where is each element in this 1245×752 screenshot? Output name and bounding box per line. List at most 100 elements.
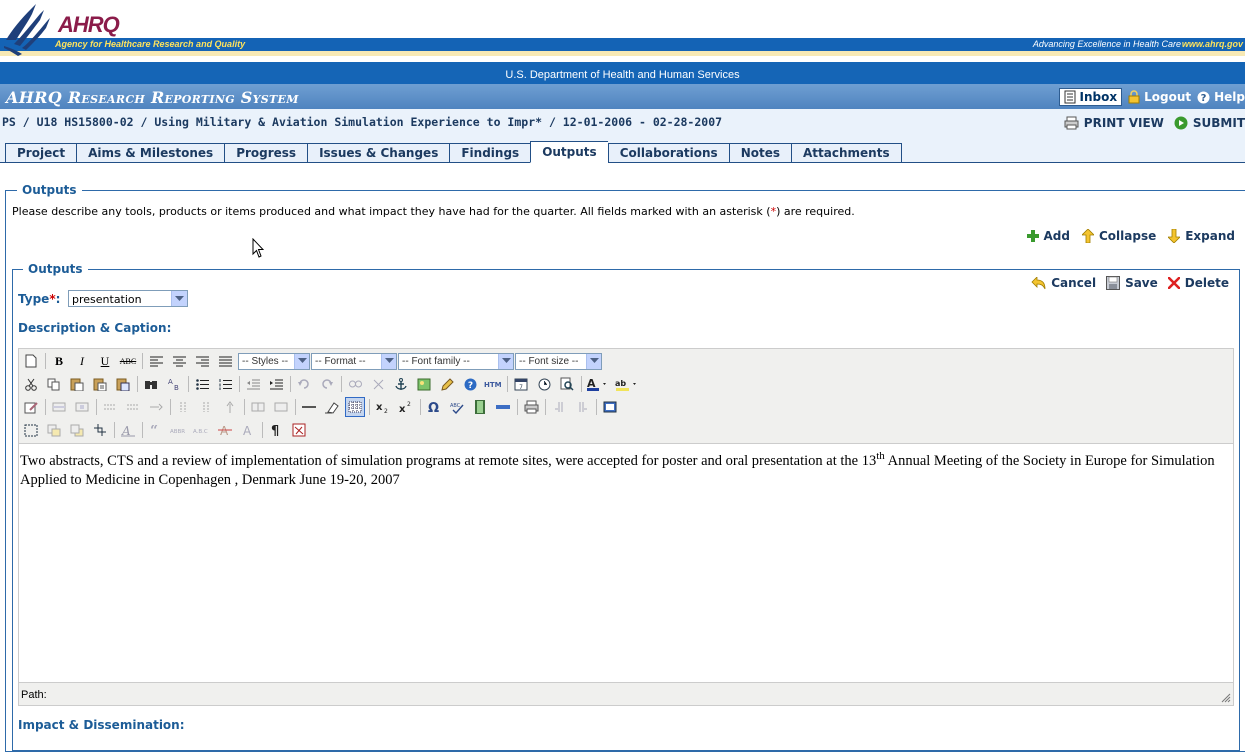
page-actions: PRINT VIEW SUBMIT — [1064, 116, 1245, 130]
paste-text-icon[interactable] — [90, 374, 110, 394]
new-document-icon[interactable] — [21, 351, 41, 371]
horizontal-rule-icon[interactable] — [299, 397, 319, 417]
insert-row-after-icon[interactable] — [123, 397, 143, 417]
italic-icon[interactable]: I — [72, 351, 92, 371]
cancel-button[interactable]: Cancel — [1031, 276, 1096, 290]
underline-icon[interactable]: U — [95, 351, 115, 371]
styles-select[interactable]: -- Styles -- — [238, 353, 310, 370]
delete-col-icon[interactable] — [220, 397, 240, 417]
add-button[interactable]: Add — [1027, 229, 1070, 243]
type-select[interactable]: presentation — [68, 290, 188, 307]
html-source-icon[interactable]: HTML — [483, 374, 503, 394]
insert-date-icon[interactable]: 7 — [511, 374, 531, 394]
text-color-icon[interactable]: A — [585, 374, 611, 394]
replace-icon[interactable]: AB — [164, 374, 184, 394]
copy-icon[interactable] — [44, 374, 64, 394]
media-icon[interactable] — [470, 397, 490, 417]
insert-time-icon[interactable] — [534, 374, 554, 394]
delete-button[interactable]: Delete — [1168, 276, 1229, 290]
align-left-icon[interactable] — [146, 351, 166, 371]
absolute-position-icon[interactable] — [90, 420, 110, 440]
tab-attachments[interactable]: Attachments — [791, 143, 902, 163]
align-right-icon[interactable] — [192, 351, 212, 371]
ltr-icon[interactable] — [549, 397, 569, 417]
logout-button[interactable]: Logout — [1128, 90, 1191, 104]
bullet-list-icon[interactable] — [192, 374, 212, 394]
redo-icon[interactable] — [317, 374, 337, 394]
superscript-icon[interactable]: x2 — [396, 397, 416, 417]
paste-word-icon[interactable] — [113, 374, 133, 394]
help-button[interactable]: ? Help — [1197, 90, 1245, 104]
add-label: Add — [1044, 229, 1070, 243]
save-button[interactable]: Save — [1106, 276, 1158, 290]
tab-project[interactable]: Project — [5, 143, 76, 163]
collapse-button[interactable]: Collapse — [1082, 229, 1156, 243]
submit-button[interactable]: SUBMIT — [1174, 116, 1245, 130]
tab-progress[interactable]: Progress — [224, 143, 307, 163]
tab-notes[interactable]: Notes — [729, 143, 791, 163]
move-forward-icon[interactable] — [44, 420, 64, 440]
spellcheck-icon[interactable]: ABC — [447, 397, 467, 417]
rtl-icon[interactable] — [572, 397, 592, 417]
acronym-icon[interactable]: A.B.C — [192, 420, 212, 440]
link-icon[interactable] — [345, 374, 365, 394]
subscript-icon[interactable]: x2 — [373, 397, 393, 417]
resize-handle-icon[interactable] — [1221, 693, 1231, 703]
font-size-select[interactable]: -- Font size -- — [515, 353, 602, 370]
remove-format-icon[interactable] — [322, 397, 342, 417]
bold-icon[interactable]: B — [49, 351, 69, 371]
tab-outputs[interactable]: Outputs — [530, 141, 608, 163]
row-props-icon[interactable] — [49, 397, 69, 417]
deletion-icon[interactable]: A — [215, 420, 235, 440]
editor-content-area[interactable]: Two abstracts, CTS and a review of imple… — [19, 443, 1233, 683]
cite-icon[interactable]: “ — [146, 420, 166, 440]
move-backward-icon[interactable] — [67, 420, 87, 440]
insert-col-before-icon[interactable] — [174, 397, 194, 417]
preview-icon[interactable] — [557, 374, 577, 394]
table-props-icon[interactable] — [21, 397, 41, 417]
align-justify-icon[interactable] — [215, 351, 235, 371]
find-icon[interactable] — [141, 374, 161, 394]
image-icon[interactable] — [414, 374, 434, 394]
tab-findings[interactable]: Findings — [449, 143, 530, 163]
indent-icon[interactable] — [266, 374, 286, 394]
font-family-select[interactable]: -- Font family -- — [398, 353, 514, 370]
cell-props-icon[interactable] — [72, 397, 92, 417]
delete-row-icon[interactable] — [146, 397, 166, 417]
tab-aims-milestones[interactable]: Aims & Milestones — [76, 143, 224, 163]
highlight-color-icon[interactable]: ab — [614, 374, 640, 394]
insert-row-before-icon[interactable] — [100, 397, 120, 417]
hr-advanced-icon[interactable] — [493, 397, 513, 417]
strikethrough-icon[interactable]: ABC — [118, 351, 138, 371]
agency-url-link[interactable]: www.ahrq.gov — [1182, 39, 1243, 49]
merge-cells-icon[interactable] — [271, 397, 291, 417]
anchor-icon[interactable] — [391, 374, 411, 394]
insertion-icon[interactable]: A — [238, 420, 258, 440]
insert-layer-icon[interactable] — [21, 420, 41, 440]
format-select[interactable]: -- Format -- — [311, 353, 397, 370]
unlink-icon[interactable] — [368, 374, 388, 394]
tab-issues-changes[interactable]: Issues & Changes — [307, 143, 449, 163]
tab-collaborations[interactable]: Collaborations — [608, 143, 729, 163]
cut-icon[interactable] — [21, 374, 41, 394]
non-breaking-icon[interactable] — [289, 420, 309, 440]
numbered-list-icon[interactable] — [215, 374, 235, 394]
print-view-button[interactable]: PRINT VIEW — [1064, 116, 1164, 130]
align-center-icon[interactable] — [169, 351, 189, 371]
fullscreen-icon[interactable] — [600, 397, 620, 417]
pilcrow-icon[interactable]: ¶ — [266, 420, 286, 440]
expand-button[interactable]: Expand — [1168, 229, 1235, 243]
print-icon[interactable] — [521, 397, 541, 417]
paste-icon[interactable] — [67, 374, 87, 394]
inbox-button[interactable]: Inbox — [1059, 88, 1123, 106]
outdent-icon[interactable] — [243, 374, 263, 394]
help-circle-icon[interactable]: ? — [460, 374, 480, 394]
visual-aid-icon[interactable] — [345, 397, 365, 417]
split-cells-icon[interactable] — [248, 397, 268, 417]
cleanup-icon[interactable] — [437, 374, 457, 394]
special-char-icon[interactable]: Ω — [424, 397, 444, 417]
undo-icon[interactable] — [294, 374, 314, 394]
style-props-icon[interactable]: A — [118, 420, 138, 440]
abbreviation-icon[interactable]: ABBR — [169, 420, 189, 440]
insert-col-after-icon[interactable] — [197, 397, 217, 417]
